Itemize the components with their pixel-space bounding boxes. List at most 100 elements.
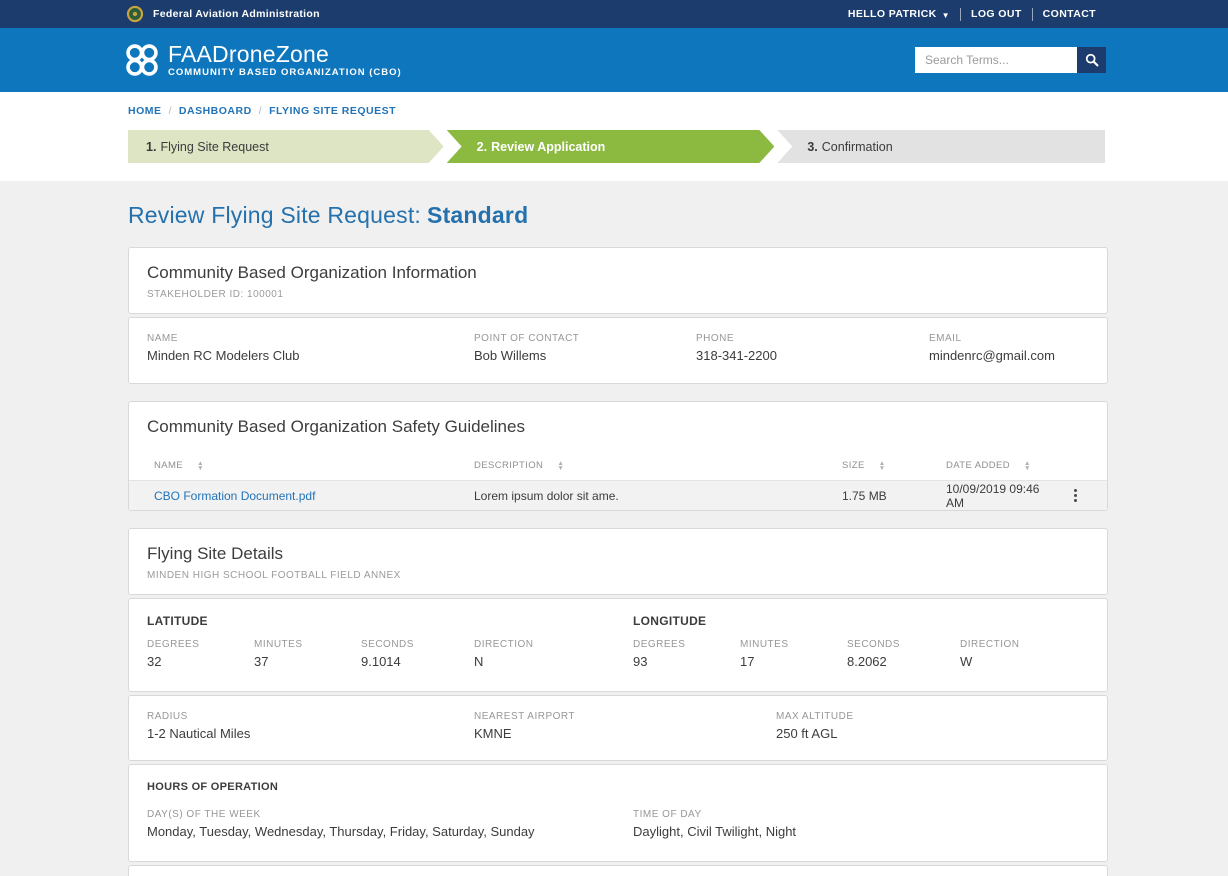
field-label: EMAIL	[929, 333, 1089, 344]
documents-table-header: NAME ▲▼ DESCRIPTION ▲▼ SIZE ▲▼ DATE ADDE…	[129, 451, 1107, 481]
field-lon-degrees: DEGREES 93	[633, 639, 740, 669]
field-label: NAME	[147, 333, 474, 344]
breadcrumb-stepper-band: HOME/DASHBOARD/FLYING SITE REQUEST 1. Fl…	[0, 92, 1228, 181]
field-value: 17	[740, 654, 847, 669]
field-value: 1-2 Nautical Miles	[147, 726, 474, 741]
field-value: 32	[147, 654, 254, 669]
field-max-altitude: MAX ALTITUDE 250 ft AGL	[776, 711, 1089, 741]
column-header-date-added[interactable]: DATE ADDED ▲▼	[946, 460, 1057, 471]
breadcrumb: HOME/DASHBOARD/FLYING SITE REQUEST	[128, 105, 1105, 117]
range-section: RADIUS 1-2 Nautical Miles NEAREST AIRPOR…	[128, 695, 1108, 761]
field-value: 93	[633, 654, 740, 669]
sort-icon: ▲▼	[557, 461, 564, 471]
user-greeting: HELLO PATRICK	[848, 8, 937, 20]
cbo-information-card: Community Based Organization Information…	[128, 247, 1108, 384]
field-value: 9.1014	[361, 654, 474, 669]
field-value: KMNE	[474, 726, 776, 741]
breadcrumb-dashboard[interactable]: DASHBOARD	[179, 105, 252, 117]
document-description: Lorem ipsum dolor sit ame.	[474, 489, 842, 503]
field-label: SECONDS	[361, 639, 474, 650]
field-value: 250 ft AGL	[776, 726, 1089, 741]
column-header-description[interactable]: DESCRIPTION ▲▼	[474, 460, 842, 471]
field-phone: PHONE 318-341-2200	[696, 333, 929, 363]
search-icon	[1085, 53, 1099, 67]
field-lat-degrees: DEGREES 32	[147, 639, 254, 669]
coordinates-section: LATITUDE DEGREES 32 MINUTES 37 SECONDS 9	[128, 598, 1108, 692]
progress-stepper: 1. Flying Site Request 2. Review Applica…	[128, 130, 1105, 163]
field-value: Daylight, Civil Twilight, Night	[633, 824, 1089, 839]
flying-site-details-card: Flying Site Details MINDEN HIGH SCHOOL F…	[128, 528, 1108, 876]
field-email: EMAIL mindenrc@gmail.com	[929, 333, 1089, 363]
field-value: mindenrc@gmail.com	[929, 348, 1089, 363]
field-lon-seconds: SECONDS 8.2062	[847, 639, 960, 669]
breadcrumb-separator: /	[169, 105, 172, 117]
field-label: POINT OF CONTACT	[474, 333, 696, 344]
field-label: NEAREST AIRPORT	[474, 711, 776, 722]
longitude-group: LONGITUDE DEGREES 93 MINUTES 17 SECONDS	[633, 614, 1089, 669]
main-content: Review Flying Site Request:Standard Comm…	[128, 181, 1108, 876]
step-label: Confirmation	[822, 140, 893, 154]
step-number: 3.	[807, 140, 817, 154]
field-point-of-contact: POINT OF CONTACT Bob Willems	[474, 333, 696, 363]
safety-guidelines-card: Community Based Organization Safety Guid…	[128, 401, 1108, 511]
field-label: MAX ALTITUDE	[776, 711, 1089, 722]
step-flying-site-request: 1. Flying Site Request	[128, 130, 444, 163]
hours-heading: HOURS OF OPERATION	[147, 781, 1089, 793]
column-header-size[interactable]: SIZE ▲▼	[842, 460, 946, 471]
field-label: RADIUS	[147, 711, 474, 722]
site-name: MINDEN HIGH SCHOOL FOOTBALL FIELD ANNEX	[147, 570, 1089, 581]
step-label: Review Application	[491, 140, 605, 154]
card-title: Community Based Organization Safety Guid…	[147, 417, 1089, 437]
card-title: Community Based Organization Information	[147, 263, 1089, 283]
field-label: DAY(S) OF THE WEEK	[147, 809, 633, 820]
step-label: Flying Site Request	[160, 140, 268, 154]
breadcrumb-home[interactable]: HOME	[128, 105, 162, 117]
sort-icon: ▲▼	[197, 461, 204, 471]
field-value: 318-341-2200	[696, 348, 929, 363]
search-input[interactable]	[915, 47, 1077, 73]
top-bar: Federal Aviation Administration HELLO PA…	[0, 0, 1228, 28]
sort-icon: ▲▼	[879, 461, 886, 471]
field-radius: RADIUS 1-2 Nautical Miles	[147, 711, 474, 741]
additional-operation-info-section: ADDITIONAL OPERATION INFORMATION Lorem i…	[128, 865, 1108, 876]
brand-header: FAADroneZone COMMUNITY BASED ORGANIZATIO…	[0, 28, 1228, 92]
search-button[interactable]	[1077, 47, 1106, 73]
app-title: FAADroneZone	[168, 42, 402, 66]
kebab-menu-icon[interactable]	[1057, 485, 1093, 506]
step-number: 1.	[146, 140, 156, 154]
agency-name: Federal Aviation Administration	[153, 8, 320, 20]
page: Federal Aviation Administration HELLO PA…	[0, 0, 1228, 876]
logout-link[interactable]: LOG OUT	[961, 8, 1032, 20]
document-table-row: CBO Formation Document.pdf Lorem ipsum d…	[129, 481, 1107, 510]
field-lat-seconds: SECONDS 9.1014	[361, 639, 474, 669]
document-link[interactable]: CBO Formation Document.pdf	[154, 489, 315, 503]
field-label: TIME OF DAY	[633, 809, 1089, 820]
field-nearest-airport: NEAREST AIRPORT KMNE	[474, 711, 776, 741]
field-value: Monday, Tuesday, Wednesday, Thursday, Fr…	[147, 824, 633, 839]
document-size: 1.75 MB	[842, 489, 946, 503]
field-lat-minutes: MINUTES 37	[254, 639, 361, 669]
field-label: DIRECTION	[474, 639, 633, 650]
step-review-application: 2. Review Application	[447, 130, 775, 163]
latitude-heading: LATITUDE	[147, 614, 633, 628]
field-value: Minden RC Modelers Club	[147, 348, 474, 363]
user-menu[interactable]: HELLO PATRICK ▼	[838, 8, 960, 20]
field-value: W	[960, 654, 1089, 669]
field-label: MINUTES	[740, 639, 847, 650]
field-value: 8.2062	[847, 654, 960, 669]
field-label: DEGREES	[633, 639, 740, 650]
column-header-name[interactable]: NAME ▲▼	[154, 460, 474, 471]
field-label: DEGREES	[147, 639, 254, 650]
field-label: MINUTES	[254, 639, 361, 650]
sort-icon: ▲▼	[1024, 461, 1031, 471]
contact-link[interactable]: CONTACT	[1033, 8, 1106, 20]
faa-seal-icon	[126, 5, 144, 23]
field-label: DIRECTION	[960, 639, 1089, 650]
dronezone-logo-icon	[124, 42, 160, 78]
breadcrumb-flying-site-request[interactable]: FLYING SITE REQUEST	[269, 105, 396, 117]
longitude-heading: LONGITUDE	[633, 614, 1089, 628]
field-lat-direction: DIRECTION N	[474, 639, 633, 669]
field-label: PHONE	[696, 333, 929, 344]
field-days-of-week: DAY(S) OF THE WEEK Monday, Tuesday, Wedn…	[147, 809, 633, 839]
document-date-added: 10/09/2019 09:46 AM	[946, 482, 1057, 510]
